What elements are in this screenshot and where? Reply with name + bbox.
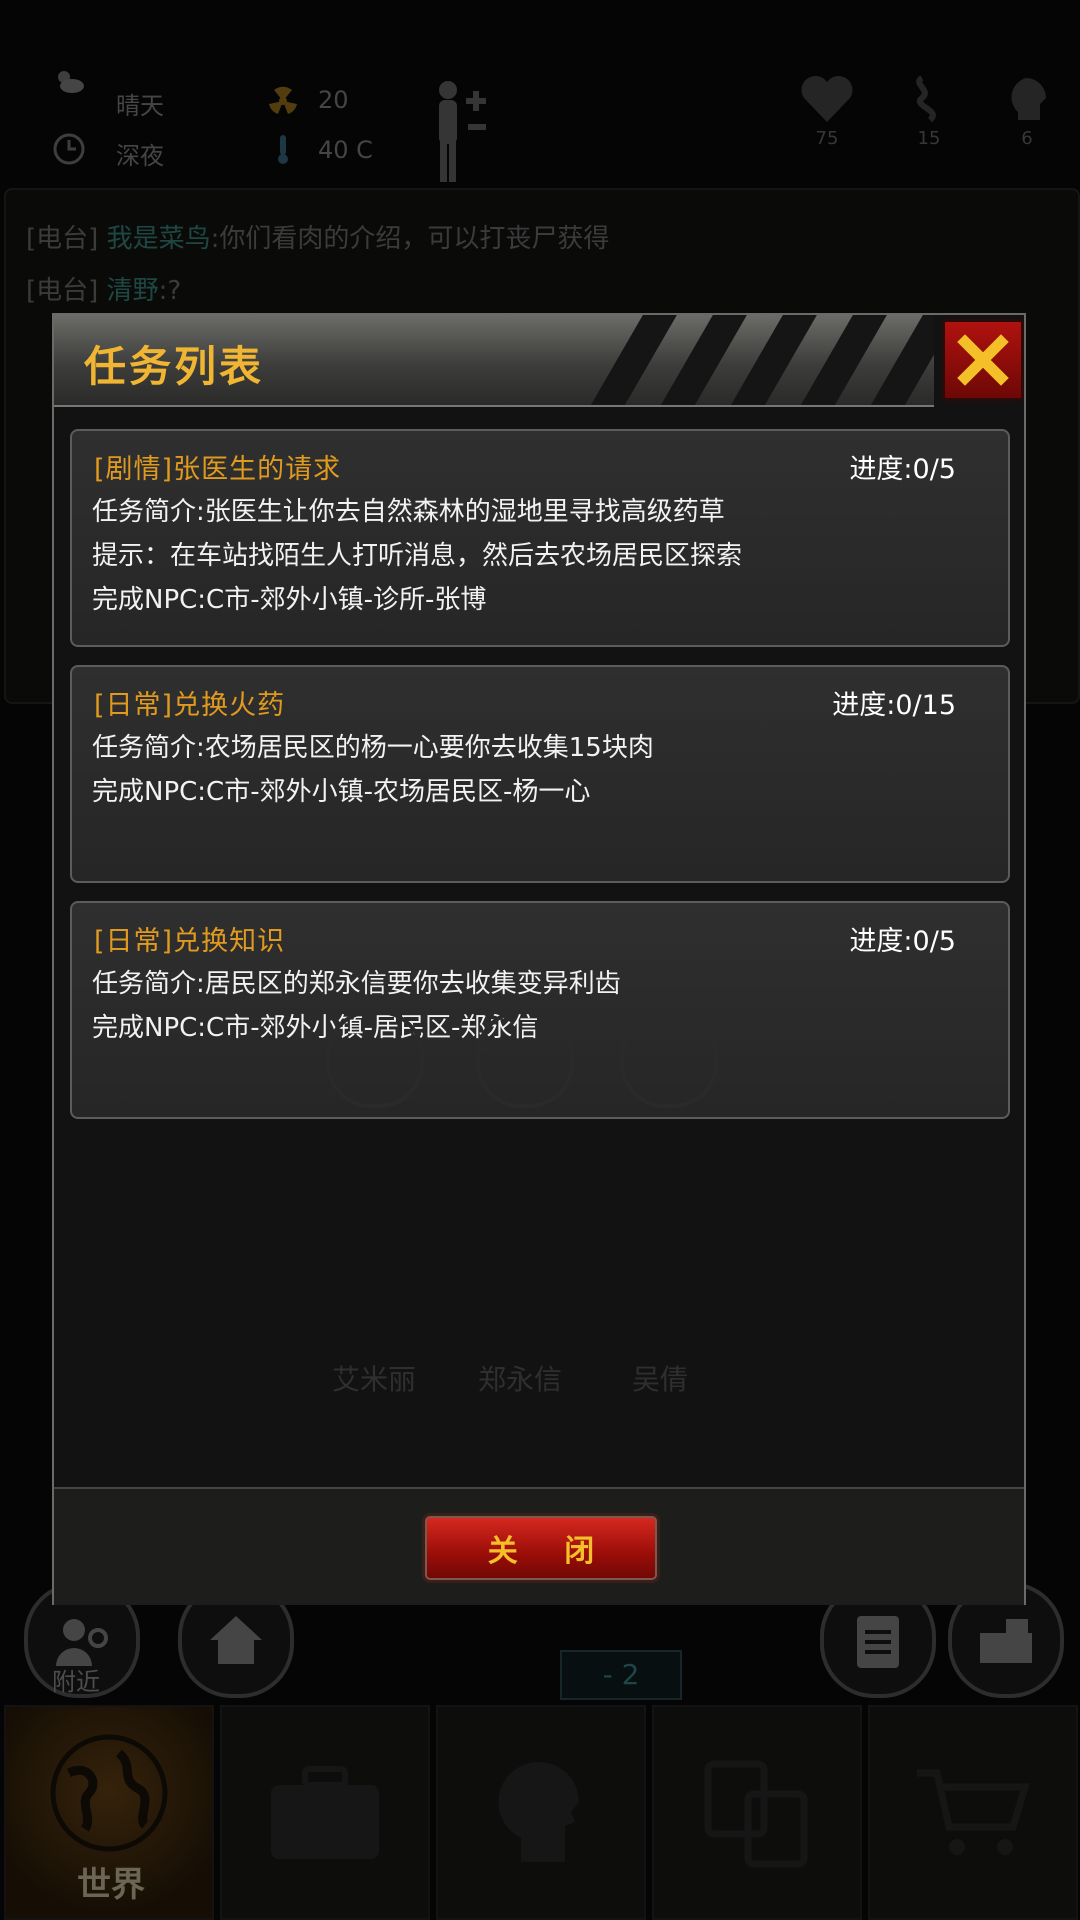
- task-description: 任务简介:居民区的郑永信要你去收集变异利齿: [92, 969, 621, 999]
- task-card[interactable]: [日常]兑换火药 进度:0/15 任务简介:农场居民区的杨一心要你去收集15块肉…: [70, 665, 1010, 883]
- close-button[interactable]: 关 闭: [422, 1513, 660, 1583]
- task-description: 任务简介:张医生让你去自然森林的湿地里寻找高级药草: [92, 497, 725, 527]
- npc-avatar: [326, 1010, 424, 1108]
- close-icon: [957, 334, 1009, 386]
- dialog-header: 任务列表: [54, 315, 934, 407]
- npc-name: 艾米丽: [332, 1363, 417, 1396]
- task-title: [日常]兑换火药: [94, 690, 286, 721]
- task-list-dialog: 任务列表 [剧情]张医生的请求 进度:0/5 任务简介:张医生让你去自然森林的湿…: [52, 313, 1026, 1605]
- npc-name: 郑永信: [478, 1363, 563, 1396]
- npc-avatar: [476, 1010, 574, 1108]
- task-npc: 完成NPC:C市-郊外小镇-农场居民区-杨一心: [92, 777, 591, 807]
- task-card[interactable]: [剧情]张医生的请求 进度:0/5 任务简介:张医生让你去自然森林的湿地里寻找高…: [70, 429, 1010, 647]
- task-hint: 提示：在车站找陌生人打听消息，然后去农场居民区探索: [92, 541, 743, 571]
- dialog-footer: 关 闭: [54, 1487, 1024, 1605]
- task-title: [剧情]张医生的请求: [94, 454, 342, 485]
- task-progress: 进度:0/5: [849, 454, 956, 485]
- task-progress: 进度:0/5: [849, 926, 956, 957]
- close-x-button[interactable]: [942, 319, 1024, 401]
- task-title: [日常]兑换知识: [94, 926, 286, 957]
- task-progress: 进度:0/15: [832, 690, 956, 721]
- task-npc: 完成NPC:C市-郊外小镇-居民区-郑永信: [92, 1013, 539, 1043]
- task-description: 任务简介:农场居民区的杨一心要你去收集15块肉: [92, 733, 654, 763]
- npc-avatar: [620, 1010, 718, 1108]
- dialog-title: 任务列表: [84, 342, 265, 391]
- npc-name: 吴倩: [632, 1363, 689, 1396]
- task-npc: 完成NPC:C市-郊外小镇-诊所-张博: [92, 585, 487, 615]
